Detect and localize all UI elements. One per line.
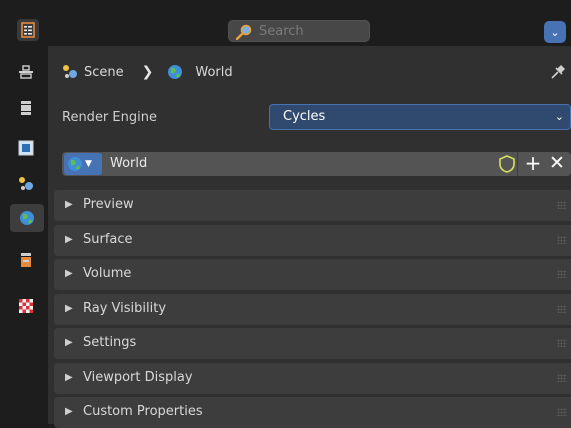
panel-preview[interactable]: ▶ Preview [54, 190, 571, 221]
panel-title: Volume [83, 266, 132, 281]
world-datablock-selector: ▼ World + ✕ [62, 152, 571, 176]
properties-editor-icon [21, 22, 35, 38]
breadcrumb-world[interactable]: World [195, 65, 232, 80]
tool-icon [19, 65, 33, 79]
scene-icon [19, 177, 33, 190]
world-icon [68, 157, 82, 171]
tab-collection[interactable] [12, 246, 40, 274]
unlink-world-button[interactable]: ✕ [546, 152, 568, 176]
render-icon [21, 101, 31, 115]
drag-handle-icon[interactable] [557, 374, 567, 382]
pin-icon[interactable] [550, 62, 566, 80]
tab-texture[interactable] [12, 292, 40, 320]
drag-handle-icon[interactable] [557, 339, 567, 347]
tab-world[interactable] [10, 204, 44, 232]
panel-custom-properties[interactable]: ▶ Custom Properties [54, 397, 571, 428]
options-dropdown-button[interactable]: ⌄ [544, 21, 566, 43]
tab-scene[interactable] [12, 170, 40, 198]
breadcrumb-scene[interactable]: Scene [84, 65, 124, 80]
panel-volume[interactable]: ▶ Volume [54, 259, 571, 290]
divider [517, 152, 518, 176]
panel-title: Preview [83, 197, 134, 212]
panel-surface[interactable]: ▶ Surface [54, 225, 571, 256]
panel-title: Settings [83, 335, 137, 350]
drag-handle-icon[interactable] [557, 270, 567, 278]
tab-tool[interactable] [12, 58, 40, 86]
render-engine-label: Render Engine [62, 110, 157, 125]
expand-arrow-icon: ▶ [65, 268, 73, 279]
chevron-right-icon: ❯ [141, 64, 154, 80]
panel-title: Viewport Display [83, 370, 193, 385]
texture-icon [19, 299, 33, 313]
panel-ray-visibility[interactable]: ▶ Ray Visibility [54, 294, 571, 325]
expand-arrow-icon: ▶ [65, 234, 73, 245]
search-input[interactable]: Search [228, 20, 370, 42]
panel-settings[interactable]: ▶ Settings [54, 328, 571, 359]
world-icon [20, 211, 34, 225]
search-placeholder: Search [259, 24, 304, 39]
chevron-down-icon: ▼ [85, 159, 92, 169]
properties-content: Scene ❯ World Render Engine Cycles ⌄ ▼ W… [48, 46, 571, 428]
panel-title: Surface [83, 232, 133, 247]
world-icon [168, 65, 183, 79]
panel-title: Ray Visibility [83, 301, 167, 316]
expand-arrow-icon: ▶ [65, 303, 73, 314]
expand-arrow-icon: ▶ [65, 199, 73, 210]
new-world-button[interactable]: + [522, 152, 544, 176]
drag-handle-icon[interactable] [557, 236, 567, 244]
world-name-field[interactable]: World [110, 156, 147, 171]
drag-handle-icon[interactable] [557, 408, 567, 416]
chevron-down-icon: ⌄ [550, 25, 560, 39]
tab-output[interactable] [12, 134, 40, 162]
chevron-down-icon: ⌄ [554, 110, 564, 123]
editor-type-button[interactable] [17, 19, 39, 41]
output-icon [18, 140, 34, 156]
render-engine-value: Cycles [283, 109, 326, 124]
panel-title: Custom Properties [83, 404, 203, 419]
expand-arrow-icon: ▶ [65, 406, 73, 417]
properties-tabs [0, 46, 48, 424]
tab-render[interactable] [12, 94, 40, 122]
fake-user-shield-icon[interactable] [498, 154, 516, 174]
drag-handle-icon[interactable] [557, 305, 567, 313]
render-engine-dropdown[interactable]: Cycles ⌄ [269, 104, 571, 130]
panel-viewport-display[interactable]: ▶ Viewport Display [54, 363, 571, 394]
expand-arrow-icon: ▶ [65, 372, 73, 383]
breadcrumb: Scene ❯ World [62, 61, 233, 83]
expand-arrow-icon: ▶ [65, 337, 73, 348]
collection-icon [21, 253, 31, 267]
scene-icon [63, 65, 77, 78]
drag-handle-icon[interactable] [557, 201, 567, 209]
world-browse-button[interactable]: ▼ [64, 153, 102, 175]
search-icon [235, 24, 252, 40]
header-bar: Search ⌄ [0, 0, 571, 46]
